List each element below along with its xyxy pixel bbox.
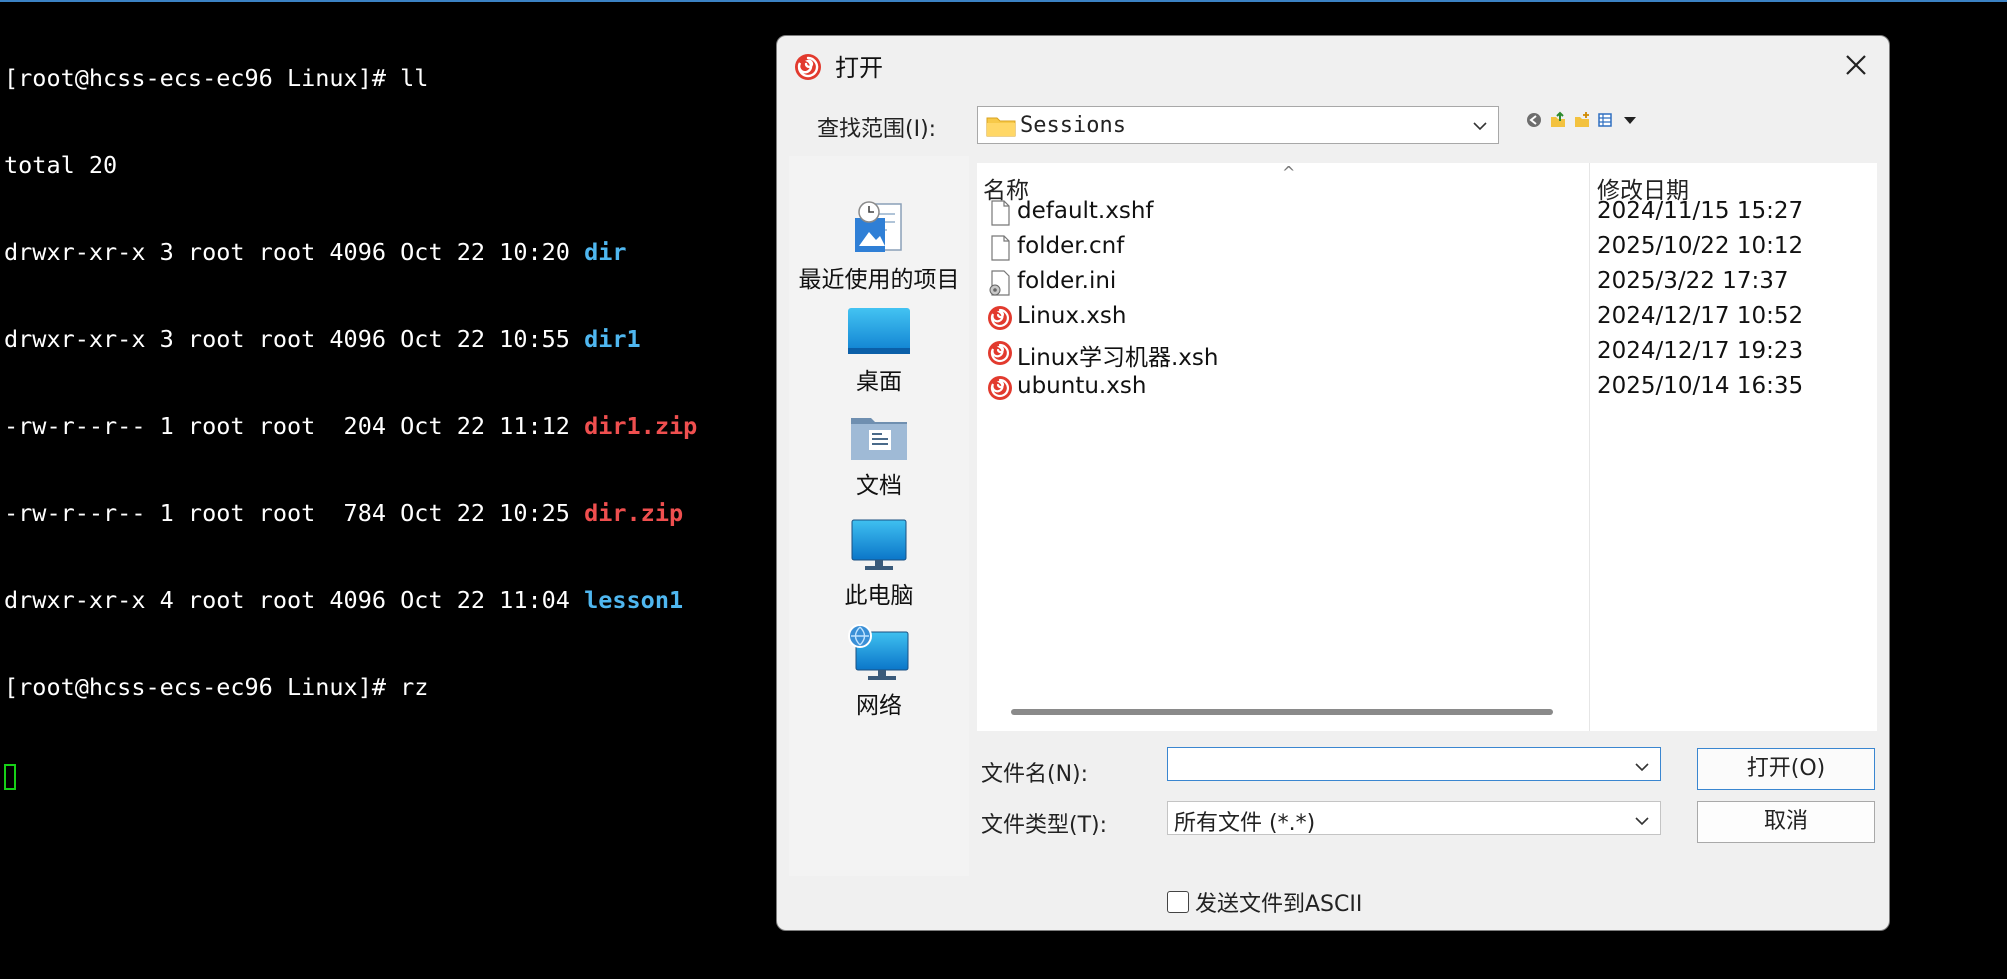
dropdown-triangle-icon[interactable] <box>1621 111 1639 129</box>
recent-items-icon <box>855 201 902 252</box>
terminal-dir-name: dir <box>584 238 627 266</box>
file-date: 2025/3/22 17:37 <box>1597 268 1789 294</box>
terminal-line-meta: -rw-r--r-- 1 root root 204 Oct 22 11:12 <box>4 412 585 440</box>
close-icon[interactable] <box>1841 50 1871 80</box>
back-icon[interactable] <box>1525 111 1543 129</box>
blank-file-icon <box>991 235 1010 261</box>
terminal-line: [root@hcss-ecs-ec96 Linux]# ll <box>4 64 429 92</box>
terminal-line-meta: drwxr-xr-x 3 root root 4096 Oct 22 10:55 <box>4 325 585 353</box>
dialog-titlebar: 打开 <box>777 36 1889 92</box>
terminal-dir-name: lesson1 <box>584 586 684 614</box>
place-desktop[interactable]: 桌面 <box>789 306 969 396</box>
chevron-down-icon[interactable] <box>1634 760 1650 774</box>
xshell-session-icon <box>988 376 1012 400</box>
xshell-logo-icon <box>795 54 821 80</box>
xshell-session-icon <box>988 341 1012 365</box>
new-folder-icon[interactable] <box>1573 111 1591 129</box>
dialog-title: 打开 <box>835 54 883 82</box>
up-folder-icon[interactable] <box>1549 111 1567 129</box>
terminal-line: -rw-r--r-- 1 root root 784 Oct 22 10:25 … <box>4 499 697 528</box>
place-label: 桌面 <box>856 369 902 395</box>
filetype-label: 文件类型(T): <box>981 813 1108 838</box>
horizontal-scrollbar[interactable] <box>1011 709 1553 715</box>
file-date: 2024/12/17 19:23 <box>1597 338 1804 364</box>
send-ascii-option[interactable]: 发送文件到ASCII <box>1167 887 1362 917</box>
file-date: 2024/11/15 15:27 <box>1597 198 1804 224</box>
send-ascii-checkbox[interactable] <box>1167 891 1189 913</box>
filetype-value: 所有文件 (*.*) <box>1174 811 1316 836</box>
terminal-line: drwxr-xr-x 4 root root 4096 Oct 22 11:04… <box>4 586 697 615</box>
filename-label: 文件名(N): <box>981 762 1089 787</box>
file-name: default.xshf <box>1017 198 1154 224</box>
file-name: folder.ini <box>1017 268 1117 294</box>
file-date: 2025/10/22 10:12 <box>1597 233 1804 259</box>
blank-file-icon <box>991 200 1010 226</box>
documents-icon <box>851 418 907 460</box>
file-row[interactable]: Linux学习机器.xsh 2024/12/17 19:23 <box>977 334 1877 371</box>
place-label: 网络 <box>856 693 902 719</box>
xshell-session-icon <box>988 306 1012 330</box>
terminal-cursor-line <box>4 760 697 790</box>
folder-icon <box>986 117 1016 137</box>
terminal-line-meta: drwxr-xr-x 4 root root 4096 Oct 22 11:04 <box>4 586 585 614</box>
file-name: Linux.xsh <box>1017 303 1127 329</box>
place-documents[interactable]: 文档 <box>789 412 969 500</box>
sort-ascending-icon: ^ <box>1282 163 1296 182</box>
file-name: Linux学习机器.xsh <box>1017 345 1219 371</box>
place-label: 文档 <box>856 473 902 499</box>
look-in-label: 查找范围(I): <box>817 117 937 142</box>
terminal-line: total 20 <box>4 151 118 179</box>
terminal-line: -rw-r--r-- 1 root root 204 Oct 22 11:12 … <box>4 412 697 441</box>
file-date: 2025/10/14 16:35 <box>1597 373 1804 399</box>
place-label: 此电脑 <box>844 583 914 609</box>
terminal-zip-name: dir.zip <box>584 499 684 527</box>
open-file-dialog: 打开 查找范围(I): Sessions 最近使用的项目 桌面 文档 此电脑 网… <box>776 35 1890 931</box>
file-name: ubuntu.xsh <box>1017 373 1147 399</box>
place-network[interactable]: 网络 <box>789 624 969 720</box>
terminal-line-meta: -rw-r--r-- 1 root root 784 Oct 22 10:25 <box>4 499 585 527</box>
chevron-down-icon <box>1473 122 1487 131</box>
terminal-zip-name: dir1.zip <box>584 412 698 440</box>
place-recent-items[interactable]: 最近使用的项目 <box>789 198 969 294</box>
desktop-icon <box>848 308 910 354</box>
terminal-line: drwxr-xr-x 3 root root 4096 Oct 22 10:55… <box>4 325 697 354</box>
look-in-value: Sessions <box>1020 113 1126 138</box>
file-row[interactable]: ubuntu.xsh 2025/10/14 16:35 <box>977 369 1877 404</box>
window-top-border <box>0 0 2007 2</box>
terminal-line: drwxr-xr-x 3 root root 4096 Oct 22 10:20… <box>4 238 697 267</box>
view-menu-icon[interactable] <box>1597 111 1615 129</box>
file-row[interactable]: default.xshf 2024/11/15 15:27 <box>977 194 1877 229</box>
open-button[interactable]: 打开(O) <box>1697 748 1875 790</box>
file-date: 2024/12/17 10:52 <box>1597 303 1804 329</box>
dialog-toolbar <box>1525 108 1639 132</box>
place-label: 最近使用的项目 <box>798 267 960 293</box>
terminal-dir-name: dir1 <box>584 325 641 353</box>
terminal-cursor <box>4 763 16 790</box>
terminal-line: [root@hcss-ecs-ec96 Linux]# rz <box>4 673 429 701</box>
file-row[interactable]: folder.ini 2025/3/22 17:37 <box>977 264 1877 299</box>
filetype-select[interactable]: 所有文件 (*.*) <box>1167 801 1661 836</box>
network-icon <box>848 624 909 680</box>
file-row[interactable]: folder.cnf 2025/10/22 10:12 <box>977 229 1877 264</box>
cancel-button[interactable]: 取消 <box>1697 801 1875 843</box>
place-this-pc[interactable]: 此电脑 <box>789 518 969 610</box>
file-list: 名称 ^ 修改日期 default.xshf 2024/11/15 15:27 … <box>977 163 1877 731</box>
chevron-down-icon <box>1635 817 1649 826</box>
terminal-line-meta: drwxr-xr-x 3 root root 4096 Oct 22 10:20 <box>4 238 585 266</box>
terminal-output: [root@hcss-ecs-ec96 Linux]# ll total 20 … <box>4 6 697 818</box>
places-sidebar: 最近使用的项目 桌面 文档 此电脑 网络 <box>789 156 969 876</box>
look-in-dropdown[interactable]: Sessions <box>977 106 1499 144</box>
settings-file-icon <box>989 270 1010 296</box>
filename-combobox[interactable] <box>1167 747 1661 781</box>
file-row[interactable]: Linux.xsh 2024/12/17 10:52 <box>977 299 1877 334</box>
this-pc-icon <box>851 519 907 570</box>
file-name: folder.cnf <box>1017 233 1125 259</box>
send-ascii-label: 发送文件到ASCII <box>1195 892 1363 917</box>
